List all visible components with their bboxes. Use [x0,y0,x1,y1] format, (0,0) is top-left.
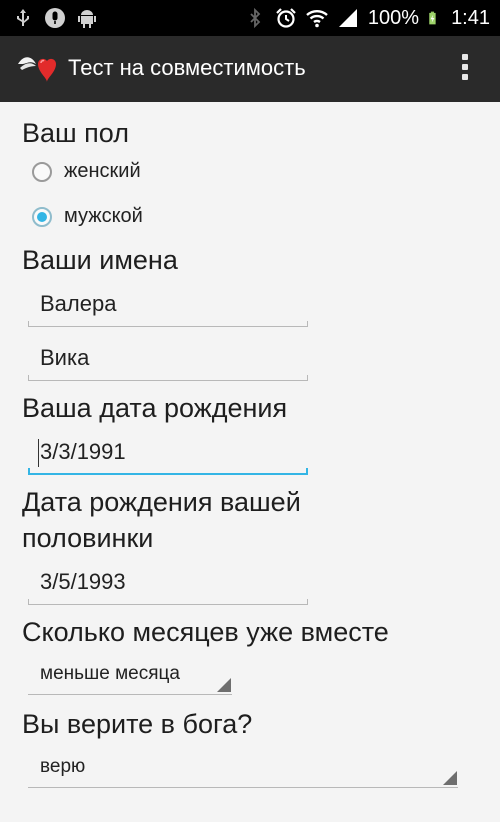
partner-name-value: Вика [40,345,90,370]
dropdown-arrow-icon [217,678,231,692]
your-name-underline [28,321,308,327]
text-cursor [38,439,39,467]
your-birthdate-field[interactable]: 3/3/1991 [28,435,308,475]
battery-percentage: 100% [367,7,420,29]
partner-name-field[interactable]: Вика [28,341,308,381]
gender-option-female[interactable]: женский [32,160,141,183]
months-together-underline [28,694,232,695]
radio-female-label: женский [64,160,141,182]
gender-option-male[interactable]: мужской [32,205,143,228]
belief-heading: Вы верите в бога? [22,709,253,739]
partner-name-underline [28,375,308,381]
wifi-icon [306,10,328,28]
your-name-value: Валера [40,291,117,316]
microphone-icon [45,8,65,28]
partner-birthdate-heading-line1: Дата рождения вашей [22,487,301,517]
months-together-value: меньше месяца [40,663,180,684]
gender-heading: Ваш пол [22,118,129,148]
months-together-heading: Сколько месяцев уже вместе [22,617,389,647]
belief-underline [28,787,458,788]
app-title: Тест на совместимость [68,55,306,80]
partner-birthdate-underline [28,599,308,605]
battery-icon [429,11,436,25]
alarm-icon [276,8,296,28]
your-birthdate-heading: Ваша дата рождения [22,393,288,423]
android-icon [78,10,96,28]
status-bar: 100% 1:41 [0,0,500,36]
clock: 1:41 [451,7,490,29]
bluetooth-icon [250,7,261,29]
signal-icon [338,9,357,27]
belief-value: верю [40,756,86,777]
months-together-spinner[interactable]: меньше месяца [28,655,232,695]
usb-icon [17,9,29,26]
action-bar: Тест на совместимость [0,36,500,102]
form-scroll-area[interactable]: Ваш пол женский мужской Ваши имена Валер… [0,102,500,822]
radio-male-label: мужской [64,205,143,227]
names-heading: Ваши имена [22,245,178,275]
partner-birthdate-field[interactable]: 3/5/1993 [28,565,308,605]
your-name-field[interactable]: Валера [28,287,308,327]
radio-female[interactable] [32,161,52,182]
belief-spinner[interactable]: верю [28,748,458,788]
overflow-menu-icon[interactable] [460,54,470,84]
radio-male[interactable] [32,206,52,227]
your-birthdate-underline [28,468,308,475]
your-birthdate-value: 3/3/1991 [40,439,126,464]
partner-birthdate-value: 3/5/1993 [40,569,126,594]
winged-heart-icon[interactable] [16,50,62,88]
dropdown-arrow-icon [443,771,457,785]
partner-birthdate-heading-line2: половинки [22,523,154,553]
